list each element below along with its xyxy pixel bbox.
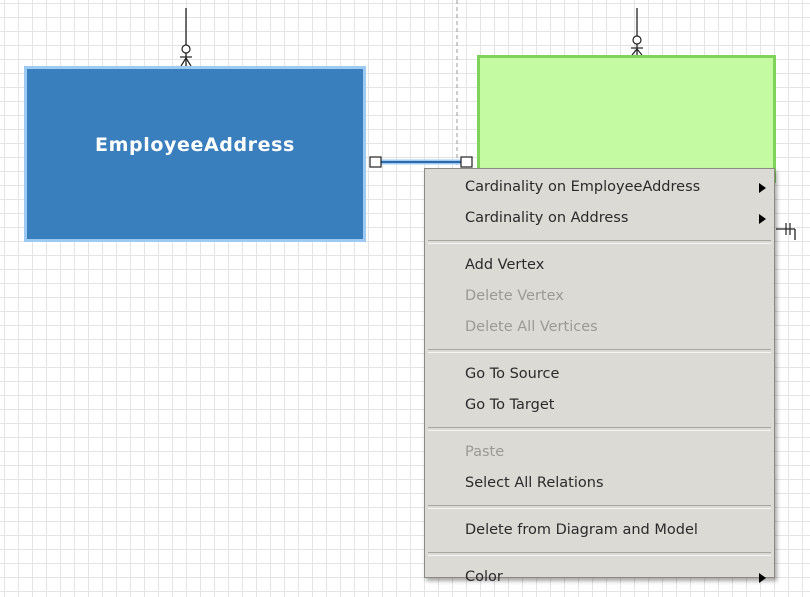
relation-line-right[interactable] — [776, 223, 796, 240]
menu-item-label: Delete from Diagram and Model — [465, 522, 698, 538]
menu-item-label: Add Vertex — [465, 257, 545, 273]
menu-item-delete-all-vertices: Delete All Vertices — [425, 312, 774, 343]
submenu-arrow-icon — [759, 573, 766, 583]
menu-item-cardinality-source[interactable]: Cardinality on EmployeeAddress — [425, 172, 774, 203]
menu-item-go-to-source[interactable]: Go To Source — [425, 359, 774, 390]
menu-separator — [428, 505, 771, 509]
menu-separator — [428, 552, 771, 556]
menu-item-go-to-target[interactable]: Go To Target — [425, 390, 774, 421]
menu-item-paste: Paste — [425, 437, 774, 468]
menu-item-select-all-relations[interactable]: Select All Relations — [425, 468, 774, 499]
menu-item-label: Go To Target — [465, 397, 555, 413]
menu-separator — [428, 240, 771, 244]
menu-item-label: Color — [465, 569, 503, 585]
menu-item-label: Go To Source — [465, 366, 560, 382]
menu-item-label: Delete Vertex — [465, 288, 564, 304]
entity-name: EmployeeAddress — [95, 134, 295, 156]
menu-item-label: Select All Relations — [465, 475, 604, 491]
context-menu: Cardinality on EmployeeAddress Cardinali… — [424, 168, 775, 585]
relation-line-top-right[interactable] — [631, 8, 643, 56]
menu-separator — [428, 427, 771, 431]
relation-source-handle — [369, 156, 382, 168]
submenu-arrow-icon — [759, 214, 766, 224]
menu-separator — [428, 349, 771, 353]
menu-item-label: Cardinality on EmployeeAddress — [465, 179, 701, 195]
relation-line-top-left[interactable] — [180, 8, 192, 67]
menu-item-delete-from-diagram-and-model[interactable]: Delete from Diagram and Model — [425, 515, 774, 546]
submenu-arrow-icon — [759, 183, 766, 193]
menu-item-label: Cardinality on Address — [465, 210, 629, 226]
menu-item-color[interactable]: Color — [425, 562, 774, 593]
relation-target-handle — [460, 156, 473, 168]
menu-item-label: Paste — [465, 444, 505, 460]
entity-employee-address[interactable]: EmployeeAddress — [24, 66, 366, 242]
menu-item-delete-vertex: Delete Vertex — [425, 281, 774, 312]
menu-item-cardinality-target[interactable]: Cardinality on Address — [425, 203, 774, 234]
menu-item-label: Delete All Vertices — [465, 319, 598, 335]
entity-address[interactable] — [477, 55, 776, 183]
selected-relation-line[interactable] — [369, 156, 473, 168]
menu-item-add-vertex[interactable]: Add Vertex — [425, 250, 774, 281]
